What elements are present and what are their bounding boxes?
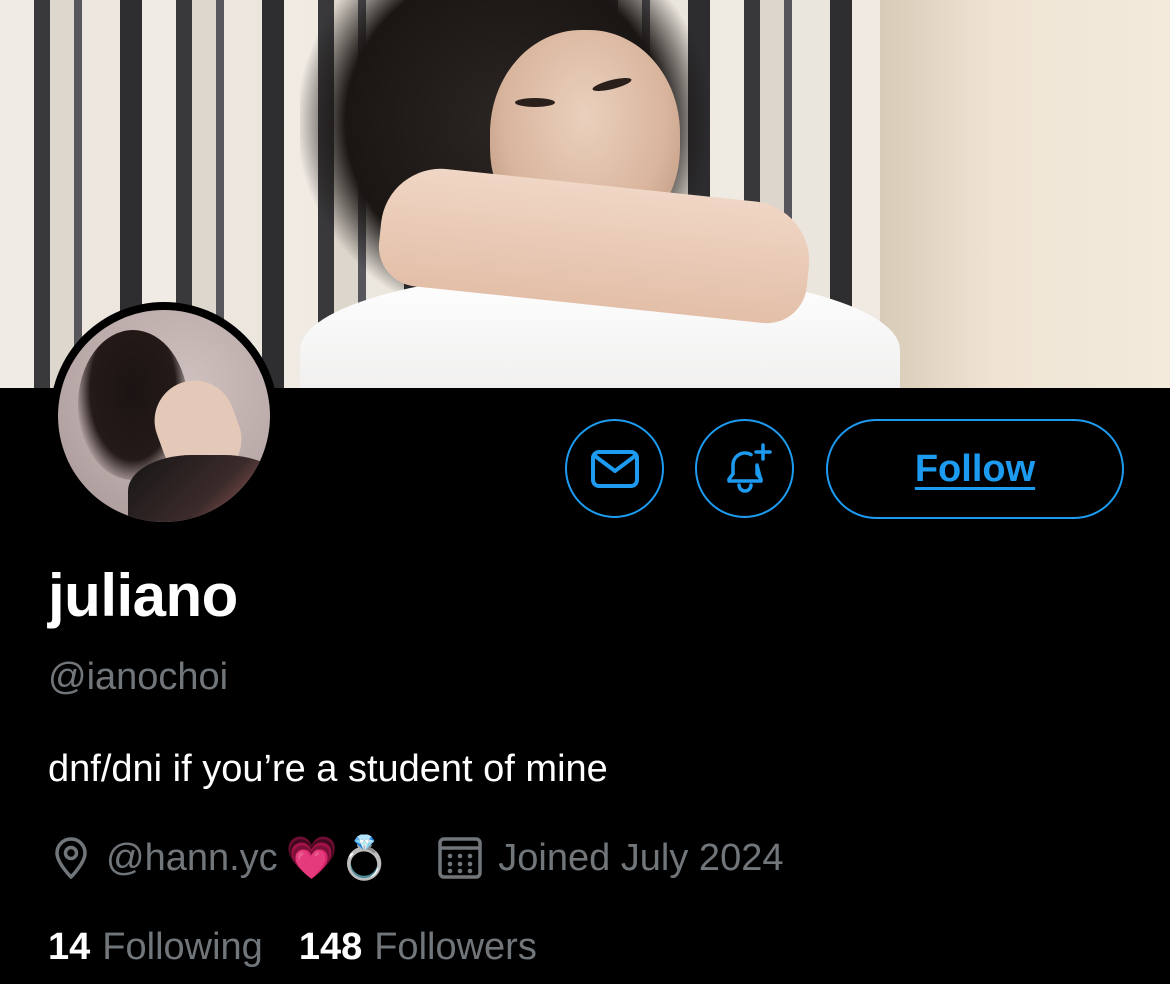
following-stat[interactable]: 14 Following — [48, 926, 263, 969]
followers-count: 148 — [298, 926, 363, 968]
envelope-icon — [590, 449, 639, 488]
profile-avatar[interactable] — [50, 302, 278, 530]
notify-button[interactable] — [695, 419, 794, 518]
avatar-jacket — [128, 455, 270, 522]
following-count: 14 — [48, 926, 91, 968]
location-pin-icon — [48, 835, 94, 881]
profile-meta: @hann.yc 💗💍 Joined July 2024 — [48, 830, 783, 886]
username-handle: @ianochoi — [48, 656, 229, 698]
calendar-icon — [436, 835, 484, 881]
location-emojis: 💗💍 — [285, 833, 391, 882]
followers-label: Followers — [374, 926, 537, 968]
follow-button[interactable]: Follow — [826, 419, 1124, 519]
profile-stats: 14 Following 148 Followers — [48, 926, 537, 969]
banner-eye — [515, 98, 555, 107]
bell-plus-icon — [726, 442, 772, 493]
banner-wall — [880, 0, 1170, 388]
display-name: juliano — [48, 562, 238, 629]
message-button[interactable] — [565, 419, 664, 518]
profile-bio: dnf/dni if you’re a student of mine — [48, 748, 608, 790]
following-label: Following — [102, 926, 263, 968]
avatar-image — [58, 310, 270, 522]
followers-stat[interactable]: 148 Followers — [299, 926, 537, 969]
joined-date: Joined July 2024 — [498, 836, 784, 879]
location-link[interactable]: @hann.yc — [106, 837, 278, 880]
